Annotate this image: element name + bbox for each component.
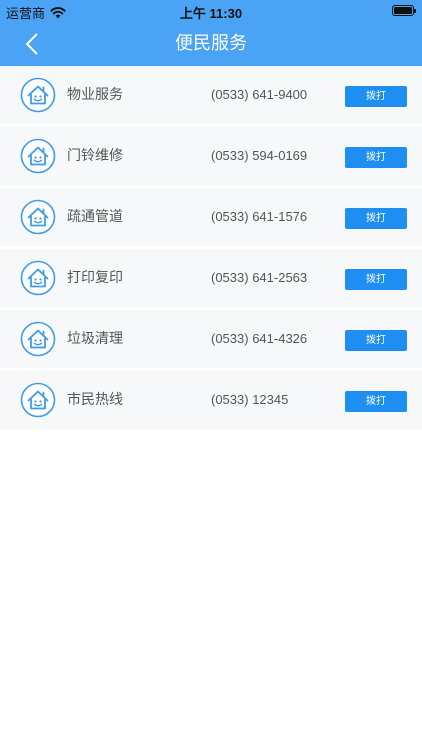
call-button[interactable]: 拨打 — [345, 86, 407, 107]
status-time: 上午 11:30 — [179, 6, 243, 21]
service-row: 打印复印 (0533) 641-2563 拨打 — [0, 249, 422, 307]
call-button[interactable]: 拨打 — [345, 147, 407, 168]
service-name: 打印复印 — [67, 270, 123, 286]
service-row: 垃圾清理 (0533) 641-4326 拨打 — [0, 310, 422, 368]
service-row: 市民热线 (0533) 12345 拨打 — [0, 371, 422, 429]
navigation-bar: 便民服务 — [0, 22, 422, 66]
service-phone: (0533) 641-1576 — [211, 209, 308, 224]
service-name: 垃圾清理 — [67, 331, 123, 347]
service-row: 疏通管道 (0533) 641-1576 拨打 — [0, 188, 422, 246]
call-button[interactable]: 拨打 — [345, 330, 407, 351]
house-smiley-icon — [20, 138, 56, 174]
service-phone: (0533) 641-2563 — [211, 270, 308, 285]
service-row: 物业服务 (0533) 641-9400 拨打 — [0, 66, 422, 124]
house-smiley-icon — [20, 77, 56, 113]
service-phone: (0533) 12345 — [211, 392, 289, 407]
call-button[interactable]: 拨打 — [345, 269, 407, 290]
service-name: 市民热线 — [67, 392, 123, 408]
service-phone: (0533) 594-0169 — [211, 148, 308, 163]
service-row: 门铃维修 (0533) 594-0169 拨打 — [0, 127, 422, 185]
service-name: 门铃维修 — [67, 148, 123, 164]
battery-icon — [392, 5, 416, 16]
status-bar: 运营商 上午 11:30 — [0, 0, 422, 22]
call-button[interactable]: 拨打 — [345, 208, 407, 229]
house-smiley-icon — [20, 321, 56, 357]
service-name: 疏通管道 — [67, 209, 123, 225]
service-list: 物业服务 (0533) 641-9400 拨打 门铃维修 (0533) 594-… — [0, 66, 422, 432]
house-smiley-icon — [20, 260, 56, 296]
service-phone: (0533) 641-9400 — [211, 87, 308, 102]
house-smiley-icon — [20, 382, 56, 418]
call-button[interactable]: 拨打 — [345, 391, 407, 412]
house-smiley-icon — [20, 199, 56, 235]
battery-level — [394, 7, 412, 14]
page-title: 便民服务 — [175, 33, 247, 54]
service-name: 物业服务 — [67, 87, 123, 103]
service-phone: (0533) 641-4326 — [211, 331, 308, 346]
